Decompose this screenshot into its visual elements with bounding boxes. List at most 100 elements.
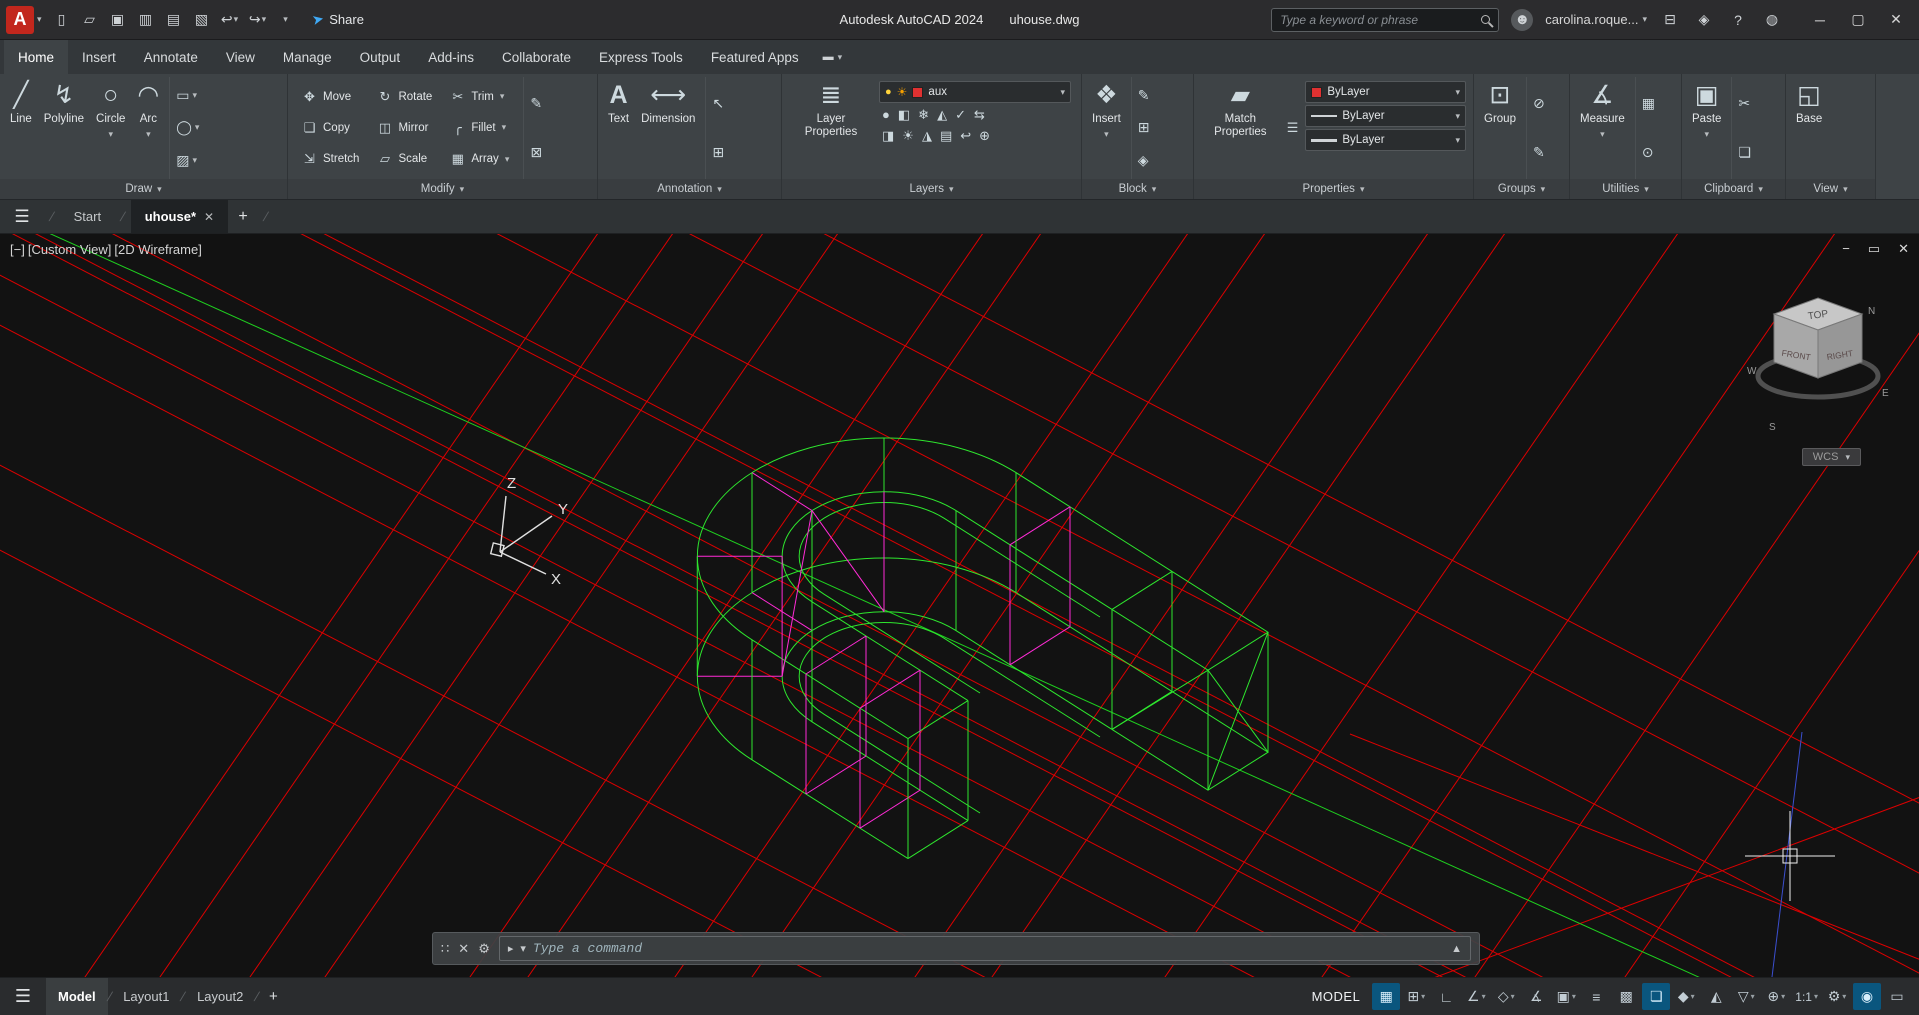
close-button[interactable]: ✕ (1877, 0, 1915, 40)
viewport-restore-icon[interactable]: ▭ (1868, 241, 1880, 257)
account-menu[interactable]: carolina.roque... ▾ (1545, 12, 1647, 27)
stretch-button[interactable]: ⇲ Stretch (295, 144, 366, 175)
panel-label-block[interactable]: Block ▾ (1082, 179, 1193, 199)
new-drawing-button[interactable]: + (228, 208, 258, 226)
layer-off-button[interactable]: ● (882, 107, 890, 123)
circle-button[interactable]: ○ Circle ▾ (91, 77, 130, 179)
layer-properties-button[interactable]: ≣ Layer Properties (787, 77, 875, 179)
explode-button[interactable]: ⊠ (528, 143, 544, 162)
object-snap-tracking-toggle[interactable]: ∡ (1522, 983, 1550, 1010)
insert-block-button[interactable]: ❖ Insert ▾ (1087, 77, 1126, 179)
ribbon-display-toggle[interactable]: ▬ ▾ (813, 40, 853, 74)
isometric-drafting-toggle[interactable]: ◇ ▾ (1492, 983, 1520, 1010)
panel-label-modify[interactable]: Modify ▾ (288, 179, 597, 199)
hatch-button[interactable]: ▨ ▾ (174, 151, 201, 170)
line-button[interactable]: ╱ Line (5, 77, 37, 179)
workspace-switching-button[interactable]: ⚙ ▾ (1823, 983, 1851, 1010)
fillet-button[interactable]: ╭ Fillet ▾ (443, 112, 516, 143)
tab-collaborate[interactable]: Collaborate (488, 40, 585, 74)
plot-button[interactable]: ▤ (162, 7, 186, 33)
group-edit-button[interactable]: ✎ (1531, 143, 1547, 162)
panel-label-annotation[interactable]: Annotation ▾ (598, 179, 781, 199)
app-menu-button[interactable]: A ▾ (0, 0, 50, 39)
panel-label-groups[interactable]: Groups ▾ (1474, 179, 1569, 199)
layer-walk-button[interactable]: ▤ (940, 128, 952, 144)
tab-featured-apps[interactable]: Featured Apps (697, 40, 813, 74)
snap-mode-toggle[interactable]: ⊞ ▾ (1402, 983, 1430, 1010)
ucs-icon[interactable]: Z Y X (491, 475, 568, 588)
panel-label-utilities[interactable]: Utilities ▾ (1570, 179, 1681, 199)
panel-label-properties[interactable]: Properties ▾ (1194, 179, 1473, 199)
minimize-button[interactable]: ─ (1801, 0, 1839, 40)
gizmo-toggle[interactable]: ⊕ ▾ (1762, 983, 1790, 1010)
command-prompt-icon[interactable]: ▸ (508, 942, 514, 955)
tab-insert[interactable]: Insert (68, 40, 130, 74)
help-search[interactable] (1271, 8, 1499, 32)
avatar[interactable]: ☻ (1511, 9, 1533, 31)
text-button[interactable]: A Text (603, 77, 634, 179)
dimension-button[interactable]: ⟷ Dimension (636, 77, 700, 179)
tab-view[interactable]: View (212, 40, 269, 74)
edit-block-button[interactable]: ✎ (1136, 86, 1152, 105)
tab-annotate[interactable]: Annotate (130, 40, 212, 74)
quick-calc-button[interactable]: ▦ (1640, 94, 1657, 113)
polyline-button[interactable]: ↯ Polyline (39, 77, 89, 179)
create-block-button[interactable]: ⊞ (1136, 118, 1152, 137)
ungroup-button[interactable]: ⊘ (1531, 94, 1547, 113)
erase-button[interactable]: ✎ (528, 94, 544, 113)
tab-express-tools[interactable]: Express Tools (585, 40, 697, 74)
object-snap-toggle[interactable]: ▣ ▾ (1552, 983, 1580, 1010)
selection-cycling-toggle[interactable]: ❏ (1642, 983, 1670, 1010)
tab-model[interactable]: Model (46, 978, 108, 1015)
transparency-toggle[interactable]: ▩ (1612, 983, 1640, 1010)
layer-unlock-button[interactable]: ◮ (922, 128, 932, 144)
base-view-button[interactable]: ◱ Base (1791, 77, 1827, 179)
layer-select[interactable]: ● ☀ aux ▾ (879, 81, 1071, 103)
layer-unisolate-button[interactable]: ◨ (882, 128, 894, 144)
save-as-button[interactable]: ▥ (134, 7, 158, 33)
object-color-select[interactable]: ByLayer ▾ (1305, 81, 1466, 103)
command-input[interactable] (533, 941, 1444, 956)
wcs-selector[interactable]: WCS ▾ (1802, 448, 1861, 466)
linetype-select[interactable]: ByLayer ▾ (1305, 105, 1466, 127)
compass-east[interactable]: E (1882, 388, 1889, 399)
id-point-button[interactable]: ⊙ (1640, 143, 1657, 162)
scale-button[interactable]: ▱ Scale (370, 144, 439, 175)
share-button[interactable]: ➤ Share (312, 11, 364, 28)
viewport-visual-style-control[interactable]: [2D Wireframe] (114, 242, 201, 257)
layer-thaw-button[interactable]: ☀ (902, 128, 914, 144)
layout-menu-icon[interactable]: ☰ (0, 986, 46, 1007)
panel-label-clipboard[interactable]: Clipboard ▾ (1682, 179, 1785, 199)
compass-south[interactable]: S (1769, 422, 1776, 433)
rectangle-button[interactable]: ▭ ▾ (174, 86, 201, 105)
tab-output[interactable]: Output (346, 40, 415, 74)
help-icon[interactable]: ? (1727, 8, 1749, 32)
command-input-box[interactable]: ▸ ▾ ▲ (499, 936, 1471, 961)
tab-home[interactable]: Home (4, 40, 68, 74)
tab-layout1[interactable]: Layout1 (111, 978, 181, 1015)
open-file-button[interactable]: ▱ (78, 7, 102, 33)
layer-previous-button[interactable]: ↩ (960, 128, 971, 144)
mirror-button[interactable]: ◫ Mirror (370, 112, 439, 143)
group-button[interactable]: ⊡ Group (1479, 77, 1521, 179)
lineweight-select[interactable]: ByLayer ▾ (1305, 129, 1466, 151)
command-line[interactable]: ∷ ✕ ⚙ ▸ ▾ ▲ (432, 932, 1480, 965)
viewport-minimize-icon[interactable]: − (1842, 241, 1850, 257)
panel-label-draw[interactable]: Draw ▾ (0, 179, 287, 199)
panel-label-layers[interactable]: Layers ▾ (782, 179, 1081, 199)
layer-lock-button[interactable]: ◭ (937, 107, 947, 123)
file-tabs-menu-icon[interactable]: ☰ (0, 207, 44, 227)
command-grip-icon[interactable]: ∷ (441, 941, 449, 957)
redo-button[interactable]: ↪ ▾ (246, 7, 270, 33)
qat-customize-button[interactable]: ▾ (274, 7, 298, 33)
layer-isolate-button[interactable]: ◧ (898, 107, 910, 123)
hardware-acceleration-toggle[interactable]: ◉ (1853, 983, 1881, 1010)
tab-start[interactable]: Start (60, 200, 115, 233)
ellipse-button[interactable]: ◯ ▾ (174, 118, 201, 137)
viewport-close-icon[interactable]: ✕ (1898, 241, 1909, 257)
cut-button[interactable]: ✂ (1736, 94, 1753, 113)
3d-object-snap-toggle[interactable]: ◆ ▾ (1672, 983, 1700, 1010)
copy-button[interactable]: ❏ Copy (295, 112, 366, 143)
assistant-icon[interactable]: ◍ (1761, 8, 1783, 32)
selection-filtering-toggle[interactable]: ▽ ▾ (1732, 983, 1760, 1010)
